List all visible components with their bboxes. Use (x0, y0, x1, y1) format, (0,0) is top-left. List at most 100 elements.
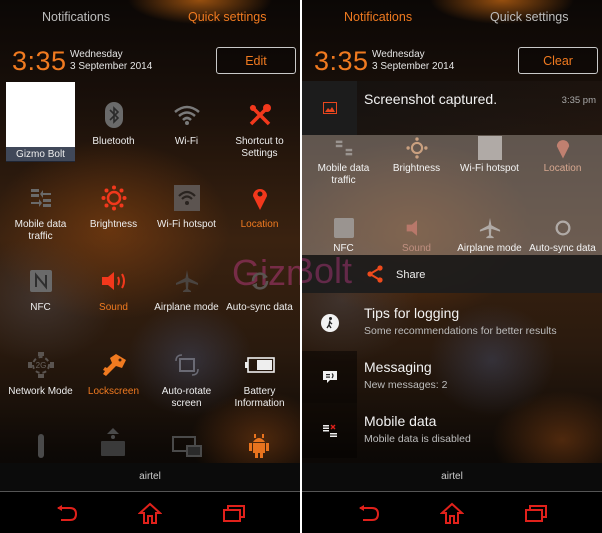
tile-label: Auto-sync data (226, 302, 293, 313)
tile-lockscreen[interactable]: Lockscreen (77, 350, 150, 398)
tile-label: Lockscreen (87, 386, 140, 397)
tab-quick-settings[interactable]: Quick settings (188, 10, 267, 24)
wifi-icon (173, 105, 200, 125)
tile-nfc[interactable]: NFC (4, 266, 77, 314)
tools-icon (249, 104, 271, 126)
home-icon[interactable] (440, 502, 464, 524)
airplane-icon (479, 217, 500, 239)
tile-label: Location (240, 219, 279, 230)
home-icon[interactable] (138, 502, 162, 524)
recent-apps-icon[interactable] (222, 502, 246, 524)
nfc-icon (29, 270, 52, 292)
hotspot-icon (173, 185, 200, 211)
tile-sound[interactable]: Sound (77, 266, 150, 314)
mobile-data-icon (335, 140, 352, 156)
date-block: Wednesday 3 September 2014 (372, 49, 454, 73)
date-block: Wednesday 3 September 2014 (70, 49, 152, 73)
upload-icon[interactable] (100, 428, 126, 456)
quick-settings-panel: Notifications Quick settings 3:35 Wednes… (0, 0, 300, 533)
tile-airplane-mode[interactable]: Airplane mode (150, 266, 223, 314)
tile-label: Auto-rotate screen (161, 386, 212, 409)
notification-title: Tips for logging (364, 305, 460, 321)
tile-wifi-hotspot[interactable]: Wi-Fi hotspot (150, 183, 223, 231)
tab-quick-settings[interactable]: Quick settings (490, 10, 569, 24)
preview-tile: Location (526, 135, 599, 175)
date-label: 3 September 2014 (70, 61, 153, 72)
preview-tile: Mobile data traffic (307, 135, 380, 187)
tile-battery-info[interactable]: Battery Information (223, 350, 296, 410)
nfc-icon (333, 218, 354, 238)
notification-screenshot[interactable]: Screenshot captured. 3:35 pm (302, 81, 602, 135)
tile-label: Location (543, 163, 582, 174)
location-pin-icon (556, 140, 569, 159)
notification-title: Messaging (364, 359, 432, 375)
watermark-text: Bolt (302, 250, 353, 291)
tile-label: Mobile data traffic (14, 219, 67, 242)
location-pin-icon (252, 189, 267, 210)
tile-bluetooth[interactable]: Bluetooth (77, 100, 150, 148)
day-label: Wednesday (372, 49, 425, 60)
tile-label: Network Mode (8, 386, 73, 397)
shade-tabs: Notifications Quick settings (0, 10, 300, 30)
tile-auto-sync[interactable]: Auto-sync data (223, 266, 296, 314)
share-label: Share (396, 269, 426, 281)
walker-icon (320, 314, 339, 332)
brightness-icon (405, 137, 428, 159)
tile-brightness[interactable]: Brightness (77, 183, 150, 231)
tile-label: Sound (402, 243, 431, 254)
key-icon (102, 354, 126, 376)
image-icon (322, 102, 337, 114)
notification-tips[interactable]: Tips for logging Some recommendations fo… (302, 295, 602, 351)
preview-tile: Brightness (380, 135, 453, 175)
sound-icon (406, 220, 417, 236)
notification-mobile-data[interactable]: Mobile data Mobile data is disabled (302, 403, 602, 458)
tab-notifications[interactable]: Notifications (42, 10, 110, 24)
carrier-label: airtel (302, 463, 602, 491)
edit-button[interactable]: Edit (216, 47, 296, 74)
bluetooth-icon (104, 102, 123, 128)
sound-icon (101, 272, 125, 290)
clock: 3:35 (314, 46, 369, 76)
tile-label: Shortcut to Settings (235, 136, 284, 159)
flashlight-icon[interactable] (36, 434, 46, 458)
screen-mirror-icon[interactable] (172, 436, 202, 458)
carrier-label: airtel (0, 463, 300, 491)
android-icon[interactable] (249, 432, 269, 458)
tile-auto-rotate[interactable]: Auto-rotate screen (150, 350, 223, 410)
notifications-panel: Notifications Quick settings 3:35 Wednes… (302, 0, 602, 533)
tile-mobile-data-traffic[interactable]: Mobile data traffic (4, 183, 77, 243)
network-2g-icon: 2G (27, 352, 54, 378)
hotspot-icon (477, 136, 502, 160)
preview-tile: NFC (307, 215, 380, 255)
back-icon[interactable] (55, 502, 79, 524)
tile-label: Bluetooth (92, 136, 135, 147)
mobile-data-off-icon (322, 424, 337, 437)
tile-network-mode[interactable]: 2G Network Mode (4, 350, 77, 398)
clock: 3:35 (12, 46, 67, 76)
svg-text:2G: 2G (35, 361, 46, 370)
notification-subtitle: Mobile data is disabled (364, 433, 471, 445)
date-label: 3 September 2014 (372, 61, 455, 72)
message-icon (322, 371, 337, 383)
navigation-bar (0, 492, 300, 533)
preview-tile: Airplane mode (453, 215, 526, 255)
tile-location[interactable]: Location (223, 183, 296, 231)
mobile-data-icon (30, 189, 51, 207)
recent-apps-icon[interactable] (524, 502, 548, 524)
notification-subtitle: Some recommendations for better results (364, 325, 557, 337)
tab-notifications[interactable]: Notifications (344, 10, 412, 24)
tile-label: Brightness (89, 219, 138, 230)
rotate-icon (174, 354, 199, 376)
notification-subtitle: New messages: 2 (364, 379, 448, 391)
tile-label: Wi-Fi hotspot (157, 219, 216, 230)
clear-button[interactable]: Clear (518, 47, 598, 74)
preview-tile: Auto-sync data (526, 215, 599, 255)
notification-messaging[interactable]: Messaging New messages: 2 (302, 351, 602, 403)
tile-label: Airplane mode (457, 243, 522, 254)
tile-label: Airplane mode (154, 302, 219, 313)
navigation-bar (302, 492, 602, 533)
tile-shortcut-settings[interactable]: Shortcut to Settings (223, 100, 296, 160)
back-icon[interactable] (357, 502, 381, 524)
tile-wifi[interactable]: Wi-Fi (150, 100, 223, 148)
share-icon (367, 265, 383, 283)
